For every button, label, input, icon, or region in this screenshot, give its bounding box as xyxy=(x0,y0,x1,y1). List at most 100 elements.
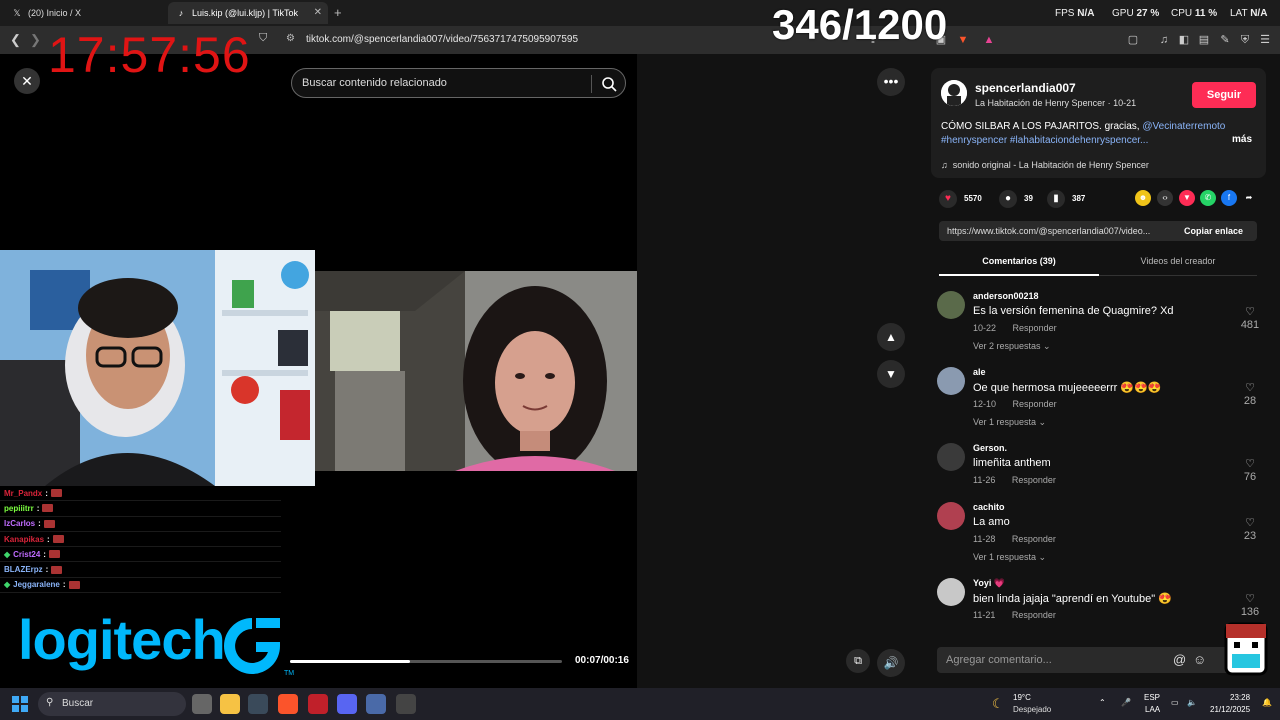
comment-username[interactable]: ale xyxy=(973,367,986,377)
comment-date: 11-28 xyxy=(973,534,996,544)
whatsapp-icon[interactable]: ✆ xyxy=(1200,190,1216,206)
file-explorer-icon[interactable] xyxy=(220,694,240,714)
brave-shield-icon[interactable]: ▼ xyxy=(957,34,969,46)
comment-input[interactable]: Agregar comentario... @ ☺ xyxy=(937,647,1241,673)
tab-comments[interactable]: Comentarios (39) xyxy=(939,256,1099,266)
comment-like-icon[interactable]: ♡ xyxy=(1238,305,1262,318)
music-icon[interactable]: ♫ xyxy=(1158,34,1170,46)
mention-link[interactable]: @Vecinaterremoto xyxy=(1142,121,1225,132)
discord-icon[interactable] xyxy=(337,694,357,714)
clock-date[interactable]: 21/12/2025 xyxy=(1210,705,1250,714)
reply-button[interactable]: Responder xyxy=(1012,475,1056,485)
comment-username[interactable]: anderson00218 xyxy=(973,291,1039,301)
stream-chat: Mr_Pandx: pepiiitrr: IzCarlos: Kanapikas: ◆ C… xyxy=(0,486,281,601)
comment-avatar[interactable] xyxy=(937,443,965,471)
close-video-button[interactable]: ✕ xyxy=(14,68,40,94)
taskbar-search[interactable]: ⚲ Buscar xyxy=(38,692,186,716)
task-view-icon[interactable] xyxy=(192,694,212,714)
site-info-icon[interactable]: ⚙ xyxy=(286,33,295,44)
browser-tab-x[interactable]: 𝕏 (20) Inicio / X xyxy=(4,2,164,24)
follow-button[interactable]: Seguir xyxy=(1192,82,1256,108)
notification-icon[interactable]: 🔔 xyxy=(1262,698,1272,707)
comment-avatar[interactable] xyxy=(937,367,965,395)
comment-like-icon[interactable]: ♡ xyxy=(1238,381,1262,394)
facebook-icon[interactable]: f xyxy=(1221,190,1237,206)
view-replies-button[interactable]: Ver 1 respuesta ⌄ xyxy=(973,417,1046,428)
emoji-icon[interactable]: ☺ xyxy=(1193,652,1206,667)
share-arrow-icon[interactable]: ➦ xyxy=(1241,190,1257,206)
temperature: 19°C xyxy=(1013,693,1031,702)
comment-username[interactable]: cachito xyxy=(973,502,1005,512)
comment-avatar[interactable] xyxy=(937,502,965,530)
next-video-button[interactable]: ▼ xyxy=(877,360,905,388)
previous-video-button[interactable]: ▲ xyxy=(877,323,905,351)
comment-icon[interactable]: ● xyxy=(999,190,1017,208)
comment-avatar[interactable] xyxy=(937,291,965,319)
reply-button[interactable]: Responder xyxy=(1012,534,1056,544)
close-tab-icon[interactable]: ✕ xyxy=(314,7,322,18)
search-icon[interactable] xyxy=(600,75,618,93)
shield-icon[interactable]: ⛨ xyxy=(1239,34,1251,46)
comment-meta: 11-26 Responder xyxy=(973,475,1070,485)
like-icon[interactable]: ♥ xyxy=(939,190,957,208)
tray-chevron-icon[interactable]: ⌃ xyxy=(1099,698,1106,707)
comment-username[interactable]: Gerson. xyxy=(973,443,1007,453)
network-icon[interactable]: ▭ xyxy=(1171,698,1179,707)
obs-icon[interactable] xyxy=(396,694,416,714)
menu-icon[interactable]: ☰ xyxy=(1259,34,1271,46)
chat-username: IzCarlos xyxy=(4,519,36,529)
more-options-button[interactable]: ••• xyxy=(877,68,905,96)
view-replies-button[interactable]: Ver 1 respuesta ⌄ xyxy=(973,552,1046,563)
author-avatar[interactable] xyxy=(941,80,967,106)
reply-button[interactable]: Responder xyxy=(1013,399,1057,409)
more-button[interactable]: más xyxy=(1232,134,1252,145)
volume-icon[interactable]: 🔊 xyxy=(877,649,905,677)
stream-app-icon[interactable] xyxy=(308,694,328,714)
brave-browser-icon[interactable] xyxy=(278,694,298,714)
embed-icon[interactable]: ‹› xyxy=(1157,190,1173,206)
comment-item: ale Oe que hermosa mujeeeeerrr 😍😍😍 12-10… xyxy=(937,367,1262,437)
extensions-icon[interactable]: ✎ xyxy=(1219,34,1231,46)
reply-button[interactable]: Responder xyxy=(1013,323,1057,333)
bookmark-icon[interactable]: ⛉ xyxy=(259,32,267,45)
back-icon[interactable]: ❮ xyxy=(10,32,21,48)
reply-button[interactable]: Responder xyxy=(1012,610,1056,620)
share-gold-icon[interactable]: ☻ xyxy=(1135,190,1151,206)
settings-icon[interactable] xyxy=(366,694,386,714)
related-search-input[interactable]: Buscar contenido relacionado xyxy=(291,68,626,98)
comment-username[interactable]: Yoyi 💗 xyxy=(973,578,1005,589)
language-top[interactable]: ESP xyxy=(1144,693,1160,702)
forward-icon[interactable]: ❯ xyxy=(30,32,41,48)
chat-username: Jeggaralene xyxy=(13,580,60,590)
speaker-icon[interactable]: 🔈 xyxy=(1187,698,1197,707)
clock-time[interactable]: 23:28 xyxy=(1230,693,1250,702)
windows-start-icon[interactable] xyxy=(12,696,28,712)
comment-like-icon[interactable]: ♡ xyxy=(1238,592,1262,605)
video-progress-bar[interactable] xyxy=(290,660,562,663)
store-icon[interactable] xyxy=(248,694,268,714)
comment-like-icon[interactable]: ♡ xyxy=(1238,516,1262,529)
repost-icon[interactable]: ▼ xyxy=(1179,190,1195,206)
copy-link-button[interactable]: Copiar enlace xyxy=(1184,226,1243,236)
browser-tab-tiktok[interactable]: ♪ Luis.kip (@lui.kljp) | TikTok ✕ xyxy=(168,2,328,24)
hashtag-links[interactable]: #henryspencer #lahabitaciondehenryspence… xyxy=(941,135,1148,146)
language-bottom[interactable]: LAA xyxy=(1145,705,1160,714)
chat-username: Crist24 xyxy=(13,549,41,559)
comment-like-icon[interactable]: ♡ xyxy=(1238,457,1262,470)
new-tab-button[interactable]: + xyxy=(334,5,342,20)
author-name[interactable]: spencerlandia007 xyxy=(975,81,1076,95)
view-replies-button[interactable]: Ver 2 respuestas ⌄ xyxy=(973,341,1051,352)
tab-creator-videos[interactable]: Videos del creador xyxy=(1099,256,1257,266)
comment-like-count: 481 xyxy=(1240,319,1260,331)
wallet-icon[interactable]: ▤ xyxy=(1198,34,1210,46)
screenshot-icon[interactable]: ▢ xyxy=(1127,34,1139,46)
comment-avatar[interactable] xyxy=(937,578,965,606)
comment-meta: 11-28 Responder xyxy=(973,534,1070,544)
sound-link[interactable]: ♫ sonido original - La Habitación de Hen… xyxy=(941,160,1149,170)
microphone-icon[interactable]: 🎤 xyxy=(1121,698,1131,707)
picture-in-picture-icon[interactable]: ⧉ xyxy=(846,649,870,673)
sidebar-icon[interactable]: ◧ xyxy=(1178,34,1190,46)
rewards-icon[interactable]: ▲ xyxy=(983,34,995,46)
bookmark-icon[interactable]: ▮ xyxy=(1047,190,1065,208)
mention-icon[interactable]: @ xyxy=(1173,652,1186,667)
